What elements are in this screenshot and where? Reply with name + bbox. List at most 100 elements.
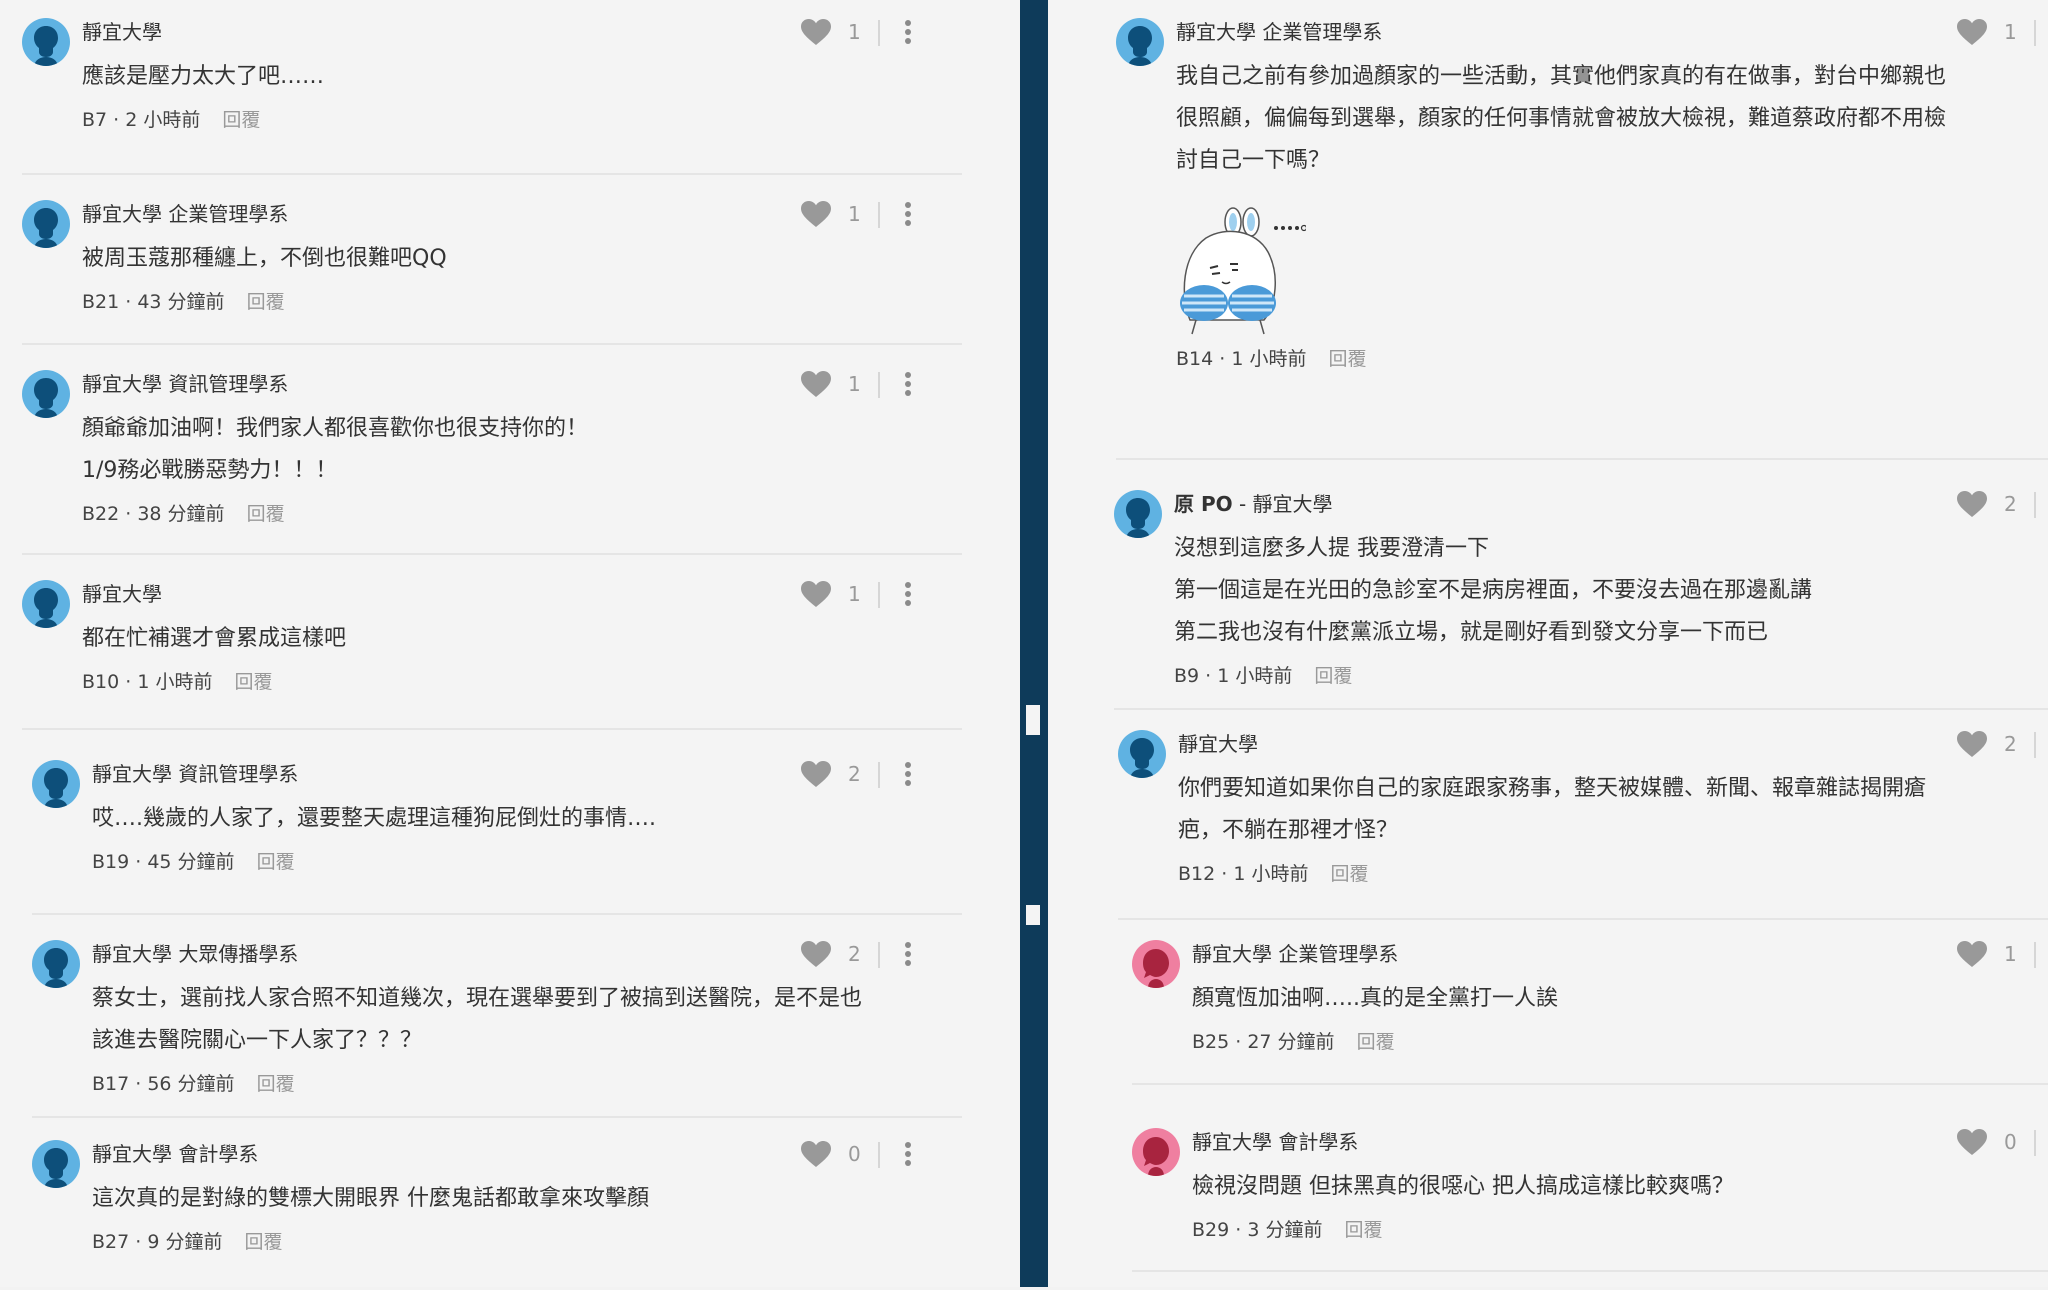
comment-body: 你們要知道如果你自己的家庭跟家務事，整天被媒體、新聞、報章雜誌揭開瘡 疤，不躺在那… [1178,768,1926,852]
heart-icon[interactable] [800,1140,832,1168]
comment: 靜宜大學 企業管理學系被周玉蔻那種纏上，不倒也很難吧QQ B21 · 43 分鐘前… [22,200,962,345]
more-options-icon[interactable] [902,200,914,228]
more-options-icon[interactable] [902,18,914,46]
heart-icon[interactable] [800,200,832,228]
timestamp: 27 分鐘前 [1247,1031,1335,1053]
shy-bunny-sticker [1176,200,1308,335]
comment-line: 你們要知道如果你自己的家庭跟家務事，整天被媒體、新聞、報章雜誌揭開瘡 [1178,776,1927,801]
reply-link[interactable]: 回覆 [1344,1219,1382,1241]
avatar[interactable] [1132,1128,1180,1176]
heart-icon[interactable] [1956,18,1988,46]
reply-link[interactable]: 回覆 [1314,665,1352,687]
reply-link[interactable]: 回覆 [234,671,272,693]
avatar[interactable] [1132,940,1180,988]
action-divider [878,202,880,228]
comment-separator [32,1116,962,1118]
avatar[interactable] [1114,490,1162,538]
comment-author: 靜宜大學 會計學系 [1192,1128,1358,1156]
like-count: 1 [848,372,861,396]
comment-meta: B17 · 56 分鐘前 回覆 [92,1070,295,1098]
comment-actions: 1 [1956,18,2048,46]
floor-number: B21 [82,291,120,313]
like-count: 1 [848,202,861,226]
reply-link[interactable]: 回覆 [222,109,260,131]
comment-author: 靜宜大學 [82,18,162,46]
comment-meta: B27 · 9 分鐘前 回覆 [92,1228,283,1256]
comment-meta: B21 · 43 分鐘前 回覆 [82,288,285,316]
comment-line: 很照顧，偏偏每到選舉，顏家的任何事情就會被放大檢視，難道蔡政府都不用檢 [1176,106,1947,131]
avatar[interactable] [22,200,70,248]
avatar[interactable] [1118,730,1166,778]
comment-line: 被周玉蔻那種纏上，不倒也很難吧QQ [82,246,447,271]
comment-author: 靜宜大學 資訊管理學系 [82,370,288,398]
reply-link[interactable]: 回覆 [257,851,295,873]
floor-number: B27 [92,1231,130,1253]
comment-actions: 2 [800,940,940,968]
heart-icon[interactable] [800,18,832,46]
reply-link[interactable]: 回覆 [257,1073,295,1095]
comment-meta: B7 · 2 小時前 回覆 [82,106,260,134]
action-divider [878,1142,880,1168]
action-divider [2034,732,2036,758]
timestamp: 43 分鐘前 [137,291,225,313]
heart-icon[interactable] [800,370,832,398]
comment-separator [1132,1083,2048,1085]
reply-link[interactable]: 回覆 [247,291,285,313]
heart-icon[interactable] [1956,1128,1988,1156]
floor-number: B12 [1178,863,1216,885]
reply-link[interactable]: 回覆 [1357,1031,1395,1053]
comment-author: 靜宜大學 會計學系 [92,1140,258,1168]
heart-icon[interactable] [1956,730,1988,758]
like-count: 2 [848,762,861,786]
heart-icon[interactable] [1956,940,1988,968]
comment-meta: B10 · 1 小時前 回覆 [82,668,273,696]
floor-number: B22 [82,503,120,525]
more-options-icon[interactable] [902,370,914,398]
heart-icon[interactable] [800,760,832,788]
meta-separator: · [129,1231,148,1253]
comment-meta: B9 · 1 小時前 回覆 [1174,662,1352,690]
comment: 靜宜大學你們要知道如果你自己的家庭跟家務事，整天被媒體、新聞、報章雜誌揭開瘡 疤，… [1118,730,2048,920]
comment-line: 該進去醫院關心一下人家了？？？ [92,1028,423,1053]
avatar[interactable] [32,940,80,988]
comment-body: 顏寬恆加油啊…..真的是全黨打一人誒 [1192,978,1558,1020]
comment-body: 蔡女士，選前找人家合照不知道幾次，現在選舉要到了被搞到送醫院，是不是也 該進去醫院… [92,978,862,1062]
comment-line: 檢視沒問題 但抹黑真的很噁心 把人搞成這樣比較爽嗎？ [1192,1174,1734,1199]
avatar[interactable] [22,580,70,628]
comment: 靜宜大學 資訊管理學系 哎….幾歲的人家了，還要整天處理這種狗屁倒灶的事情…. B1… [32,760,962,915]
comment-separator [22,728,962,730]
comment-separator [22,343,962,345]
action-divider [878,762,880,788]
more-options-icon[interactable] [902,580,914,608]
avatar[interactable] [1116,18,1164,66]
floor-number: B29 [1192,1219,1230,1241]
author-school: 靜宜大學 企業管理學系 [82,202,289,226]
reply-link[interactable]: 回覆 [1330,863,1368,885]
comment-body: 沒想到這麼多人提 我要澄清一下 第一個這是在光田的急診室不是病房裡面，不要沒去過在… [1174,528,1812,654]
reply-link[interactable]: 回覆 [244,1231,282,1253]
avatar[interactable] [32,1140,80,1188]
op-badge: 原 PO [1174,492,1233,516]
like-count: 2 [848,942,861,966]
avatar[interactable] [22,18,70,66]
more-options-icon[interactable] [902,760,914,788]
like-count: 2 [2004,732,2017,756]
comment-line: 顏爺爺加油啊！我們家人都很喜歡你也很支持你的！ [82,416,589,441]
more-options-icon[interactable] [902,940,914,968]
heart-icon[interactable] [1956,490,1988,518]
avatar[interactable] [32,760,80,808]
meta-separator: · [1215,863,1234,885]
heart-icon[interactable] [800,940,832,968]
reply-link[interactable]: 回覆 [247,503,285,525]
heart-icon[interactable] [800,580,832,608]
like-count: 1 [848,20,861,44]
reply-link[interactable]: 回覆 [1328,348,1366,370]
avatar[interactable] [22,370,70,418]
like-count: 1 [2004,942,2017,966]
comment-author: 靜宜大學 [1178,730,1258,758]
author-school: 靜宜大學 企業管理學系 [1176,20,1383,44]
comment: 靜宜大學 企業管理學系 顏寬恆加油啊…..真的是全黨打一人誒 B25 · 27 分鐘… [1132,940,2048,1085]
comment-body: 哎….幾歲的人家了，還要整天處理這種狗屁倒灶的事情…. [92,798,656,840]
meta-separator: · [119,503,138,525]
more-options-icon[interactable] [902,1140,914,1168]
